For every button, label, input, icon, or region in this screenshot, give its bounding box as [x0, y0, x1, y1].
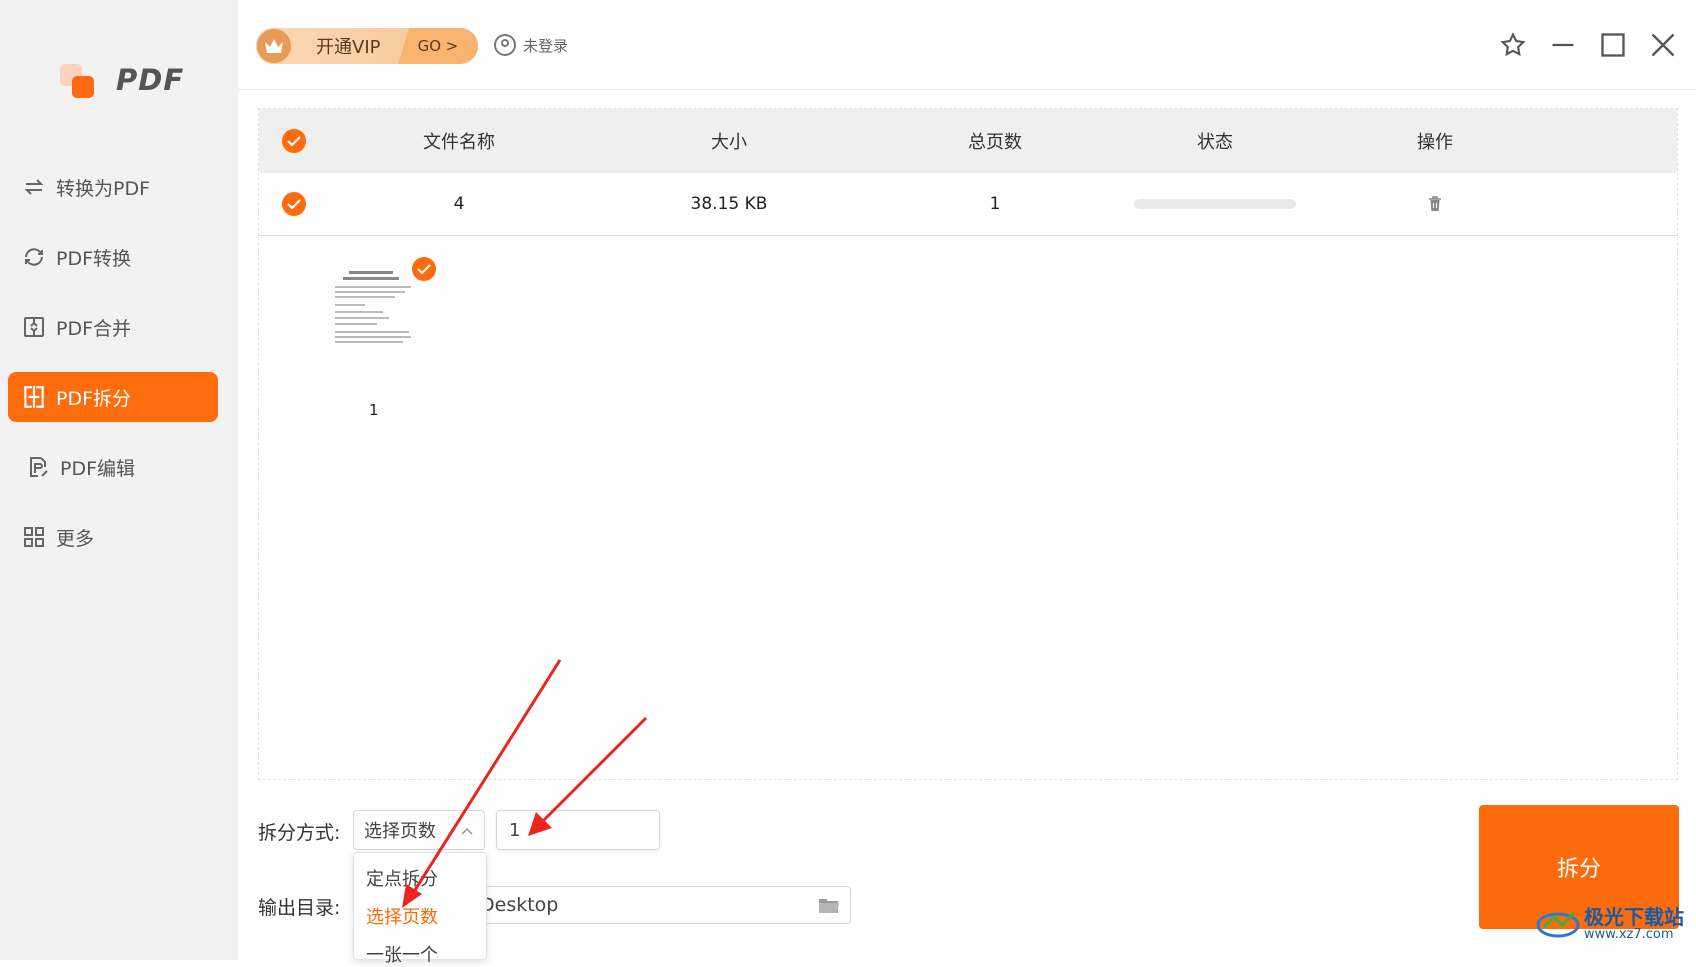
sidebar-item-pdf-merge[interactable]: PDF合并 [8, 302, 218, 352]
pdf-split-icon [20, 383, 48, 411]
header-action: 操作 [1417, 132, 1453, 153]
watermark-en: www.xz7.com [1584, 927, 1674, 942]
split-mode-value: 选择页数 [364, 821, 436, 842]
login-label: 未登录 [523, 36, 569, 55]
pdf-merge-icon [20, 313, 48, 341]
trash-icon [1429, 196, 1441, 211]
sidebar-item-label: PDF合并 [56, 317, 132, 340]
checkmark-icon [412, 257, 436, 281]
crown-icon [256, 28, 294, 64]
output-dir-label: 输出目录: [258, 897, 341, 919]
top-bar: 开通VIP GO > 未登录 [238, 0, 1696, 90]
file-list: 文件名称 大小 总页数 状态 操作 4 38.15 KB 1 1 [258, 108, 1678, 780]
sidebar-item-pdf-edit[interactable]: PDF编辑 [8, 442, 218, 492]
cell-filename: 4 [453, 194, 465, 214]
folder-icon[interactable] [818, 895, 840, 920]
watermark: 极光下载站 www.xz7.com [1536, 906, 1684, 942]
vip-button[interactable]: 开通VIP GO > [256, 28, 478, 64]
sidebar-item-more[interactable]: 更多 [8, 512, 218, 562]
sidebar-item-label: 转换为PDF [56, 177, 151, 200]
convert-to-pdf-icon [20, 173, 48, 201]
cell-pages: 1 [989, 194, 1001, 214]
cell-size: 38.15 KB [690, 194, 768, 214]
page-preview [329, 259, 419, 349]
progress-bar [1134, 199, 1296, 209]
sidebar-item-pdf-split[interactable]: PDF拆分 [8, 372, 218, 422]
grid-icon [20, 523, 48, 551]
sidebar-item-label: 更多 [56, 527, 95, 550]
sidebar-item-label: PDF拆分 [56, 387, 132, 410]
split-mode-dropdown: 定点拆分 选择页数 一张一个 [353, 852, 487, 966]
header-filename: 文件名称 [423, 132, 495, 153]
watermark-logo-icon [1536, 907, 1580, 941]
sidebar: PDF 转换为PDF PDF转换 PDF合并 PDF拆分 PDF编辑 更多 [0, 0, 238, 960]
sidebar-item-pdf-convert[interactable]: PDF转换 [8, 232, 218, 282]
user-icon [494, 34, 516, 56]
vip-go: GO > [398, 28, 478, 64]
split-mode-select[interactable]: 选择页数 [353, 810, 485, 850]
table-row: 4 38.15 KB 1 [259, 173, 1677, 236]
dropdown-option[interactable]: 定点拆分 [366, 865, 438, 891]
header-size: 大小 [711, 132, 747, 153]
dropdown-option-selected[interactable]: 选择页数 [366, 903, 438, 929]
pdf-edit-icon [24, 453, 52, 481]
minimize-icon[interactable] [1546, 28, 1580, 62]
vip-label: 开通VIP [316, 37, 381, 58]
split-mode-label: 拆分方式: [258, 822, 341, 844]
chevron-up-icon [461, 827, 473, 835]
sidebar-item-convert-to-pdf[interactable]: 转换为PDF [8, 162, 218, 212]
star-icon[interactable] [1496, 28, 1530, 62]
page-number-input[interactable]: 1 [496, 810, 660, 850]
watermark-cn: 极光下载站 [1584, 905, 1684, 929]
sidebar-item-label: PDF编辑 [60, 457, 136, 480]
output-dir-value: Desktop [480, 894, 559, 916]
select-all-checkbox[interactable] [279, 109, 309, 173]
checkmark-icon [282, 129, 306, 153]
header-status: 状态 [1197, 132, 1233, 153]
pdf-convert-icon [20, 243, 48, 271]
header-pages: 总页数 [968, 132, 1022, 153]
delete-button[interactable] [1335, 173, 1535, 235]
app-logo: PDF [58, 60, 184, 100]
logo-text: PDF [116, 63, 185, 97]
sidebar-item-label: PDF转换 [56, 247, 132, 270]
page-number-value: 1 [509, 819, 521, 841]
thumbnail-checkbox[interactable] [412, 257, 436, 281]
thumbnail-page-number: 1 [369, 401, 379, 419]
close-icon[interactable] [1646, 28, 1680, 62]
logo-icon [58, 60, 98, 100]
maximize-icon[interactable] [1596, 28, 1630, 62]
page-thumbnail[interactable] [323, 259, 423, 379]
dropdown-option[interactable]: 一张一个 [366, 941, 438, 967]
table-header: 文件名称 大小 总页数 状态 操作 [259, 109, 1677, 173]
login-status[interactable]: 未登录 [494, 34, 568, 56]
checkmark-icon [282, 192, 306, 216]
cell-status [1115, 173, 1315, 235]
row-checkbox[interactable] [279, 173, 309, 235]
